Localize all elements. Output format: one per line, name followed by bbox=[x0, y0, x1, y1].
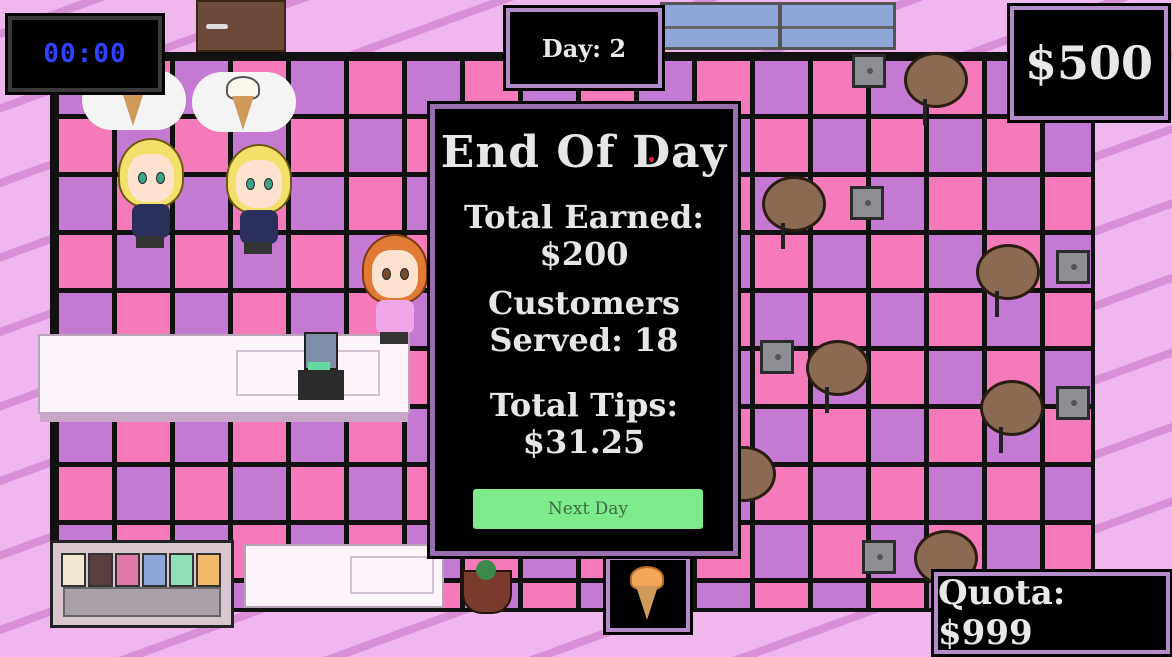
dialog-title-text: End Of Day bbox=[440, 127, 728, 178]
money-display: $500 bbox=[1007, 3, 1171, 123]
wafer-icon bbox=[122, 92, 144, 126]
side-counter bbox=[244, 544, 444, 608]
timer-display: 00:00 bbox=[5, 13, 165, 95]
freezer-front bbox=[63, 587, 221, 617]
eye bbox=[156, 172, 165, 184]
quota-display: Quota: $999 bbox=[931, 569, 1172, 657]
cafe-table bbox=[806, 340, 870, 413]
cafe-table bbox=[762, 176, 826, 249]
face bbox=[372, 250, 418, 298]
cafe-chair bbox=[1056, 250, 1090, 284]
customers-served-stat: Customers Served: 18 bbox=[435, 285, 733, 359]
potted-plant bbox=[458, 560, 516, 616]
day-text: Day: 2 bbox=[541, 33, 627, 63]
total-tips-value: $31.25 bbox=[522, 422, 646, 461]
side-counter-panel bbox=[350, 556, 434, 594]
plant-leaf bbox=[476, 560, 496, 580]
cafe-chair bbox=[852, 54, 886, 88]
cafe-chair bbox=[760, 340, 794, 374]
total-tips-stat: Total Tips: $31.25 bbox=[435, 387, 733, 461]
quota-text: Quota: $999 bbox=[938, 573, 1066, 653]
flavor-tub[interactable] bbox=[142, 553, 167, 587]
legs bbox=[136, 236, 164, 248]
day-counter: Day: 2 bbox=[503, 5, 665, 91]
body bbox=[132, 204, 170, 238]
cash-register[interactable] bbox=[298, 314, 344, 400]
ice-cream-freezer[interactable] bbox=[50, 540, 234, 628]
total-earned-label: Total Earned: bbox=[463, 198, 705, 236]
customers-label: Customers bbox=[488, 284, 680, 322]
end-of-day-dialog: End Of Day Total Earned: $200 Customers … bbox=[427, 101, 741, 559]
register-drawer bbox=[298, 370, 344, 400]
flavor-tub[interactable] bbox=[196, 553, 221, 587]
door-handle bbox=[206, 24, 228, 29]
total-earned-value: $200 bbox=[539, 234, 629, 273]
timer-text: 00:00 bbox=[43, 39, 127, 69]
flavor-tub[interactable] bbox=[61, 553, 86, 587]
total-tips-label: Total Tips: bbox=[489, 386, 679, 424]
cafe-chair bbox=[850, 186, 884, 220]
legs bbox=[244, 242, 272, 254]
shop-window bbox=[660, 2, 896, 50]
eye bbox=[246, 178, 255, 190]
cafe-table bbox=[904, 52, 968, 125]
eye bbox=[264, 178, 273, 190]
counter-base bbox=[40, 412, 408, 422]
cafe-table bbox=[980, 380, 1044, 453]
total-earned-stat: Total Earned: $200 bbox=[435, 199, 733, 273]
wafer-icon bbox=[636, 586, 658, 620]
service-counter bbox=[38, 334, 410, 422]
cafe-chair bbox=[1056, 386, 1090, 420]
flavor-tubs bbox=[61, 553, 221, 587]
money-text: $500 bbox=[1024, 36, 1154, 90]
dialog-title: End Of Day bbox=[435, 127, 733, 178]
cone-holder[interactable] bbox=[603, 553, 693, 635]
order-bubble bbox=[192, 72, 296, 132]
body bbox=[240, 210, 278, 244]
shop-door bbox=[196, 0, 286, 52]
cafe-chair bbox=[862, 540, 896, 574]
served-value: Served: 18 bbox=[489, 320, 679, 359]
eye bbox=[400, 268, 409, 280]
face bbox=[128, 154, 174, 202]
face bbox=[236, 160, 282, 208]
red-dot-mark bbox=[649, 157, 654, 162]
flavor-tub[interactable] bbox=[115, 553, 140, 587]
legs bbox=[380, 332, 408, 344]
cafe-table bbox=[976, 244, 1040, 317]
eye bbox=[138, 172, 147, 184]
eye bbox=[382, 268, 391, 280]
wafer-icon bbox=[232, 96, 254, 130]
body bbox=[376, 300, 414, 334]
next-day-button[interactable]: Next Day bbox=[473, 489, 703, 529]
flavor-tub[interactable] bbox=[88, 553, 113, 587]
flavor-tub[interactable] bbox=[169, 553, 194, 587]
